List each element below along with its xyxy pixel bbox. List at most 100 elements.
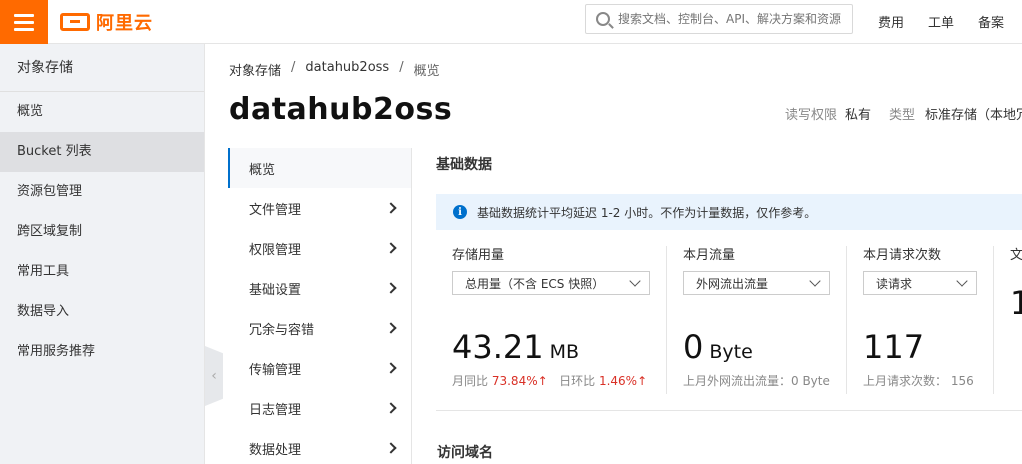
chevron-down-icon [956,275,968,287]
aliyun-logo[interactable]: 阿里云 [60,10,153,34]
stat-comparison: 月同比 73.84%↑ 日环比 1.46%↑ [452,372,647,389]
info-notice: i 基础数据统计平均延迟 1-2 小时。不作为计量数据，仅作参考。 [436,194,1022,230]
chevron-down-icon [629,275,641,287]
sidebar-item-common-tools[interactable]: 常用工具 [0,252,204,292]
stat-unit: MB [549,341,580,363]
breadcrumb-separator: / [291,60,296,75]
page-title: datahub2oss [229,92,453,127]
stat-label: 存储用量 [452,248,505,263]
chevron-left-icon: ‹ [211,368,217,384]
sidebar-title: 对象存储 [0,44,204,92]
bucket-nav-label: 基础设置 [249,282,302,298]
chevron-right-icon [385,442,397,454]
stat-value: 117 [863,328,924,366]
stat-number: 0 [683,328,704,366]
notice-text: 基础数据统计平均延迟 1-2 小时。不作为计量数据，仅作参考。 [477,205,817,220]
bucket-nav: 概览 文件管理 权限管理 基础设置 冗余与容错 传输管理 日志管理 数据处理 [228,148,412,464]
select-value: 读请求 [876,276,913,291]
stat-number: 43.21 [452,328,544,366]
storage-usage-select[interactable]: 总用量（不含 ECS 快照） [452,271,650,295]
bucket-nav-label: 数据处理 [249,442,302,458]
chevron-right-icon [385,322,397,334]
sidebar-collapse-handle[interactable]: ‹ [205,346,223,406]
search-input[interactable] [618,12,843,26]
stat-divider [846,246,847,394]
bucket-nav-data-processing[interactable]: 数据处理 [228,428,411,464]
bucket-nav-file-management[interactable]: 文件管理 [228,188,411,228]
stat-number: 1 [1010,284,1022,322]
stat-monthly-requests: 本月请求次数 读请求 117 上月请求次数： 156 [863,244,977,394]
chevron-right-icon [385,282,397,294]
basic-data-title: 基础数据 [436,157,492,173]
storage-class-value: 标准存储（本地冗 [925,108,1022,123]
bucket-nav-label: 日志管理 [249,402,302,418]
sidebar-item-cross-region-replication[interactable]: 跨区域复制 [0,212,204,252]
aliyun-logo-mark-icon [60,13,90,31]
stat-label: 本月流量 [683,248,736,263]
sidebar: 对象存储 概览 Bucket 列表 资源包管理 跨区域复制 常用工具 数据导入 … [0,44,205,464]
search-icon [596,12,610,26]
link-billing[interactable]: 费用 [878,12,904,31]
stat-value: 43.21 MB [452,328,579,366]
chevron-down-icon [809,275,821,287]
chevron-right-icon [385,362,397,374]
stat-value: 1 [1010,284,1022,322]
section-divider [436,410,1022,411]
stat-number: 117 [863,328,925,366]
bucket-nav-redundancy[interactable]: 冗余与容错 [228,308,411,348]
bucket-nav-permissions[interactable]: 权限管理 [228,228,411,268]
stat-monthly-traffic: 本月流量 外网流出流量 0 Byte 上月外网流出流量：0 Byte [683,244,830,394]
breadcrumb-separator: / [399,60,404,75]
sidebar-item-recommended-services[interactable]: 常用服务推荐 [0,332,204,372]
bucket-nav-label: 权限管理 [249,242,302,258]
bucket-nav-basic-settings[interactable]: 基础设置 [228,268,411,308]
breadcrumb-item-current: 概览 [413,64,440,79]
info-icon: i [453,205,467,219]
acl-value: 私有 [845,108,872,123]
sidebar-item-data-import[interactable]: 数据导入 [0,292,204,332]
select-value: 外网流出流量 [696,276,769,291]
breadcrumb-item-oss[interactable]: 对象存储 [229,60,281,79]
stat-unit: Byte [709,341,753,363]
access-domain-title: 访问域名 [437,445,493,461]
stat-label: 本月请求次数 [863,248,942,263]
stat-last-month: 上月请求次数： 156 [863,374,974,388]
link-icp-filing[interactable]: 备案 [978,12,1004,31]
stat-last-month: 上月外网流出流量：0 Byte [683,374,830,388]
bucket-nav-label: 传输管理 [249,362,302,378]
link-ticket[interactable]: 工单 [928,12,954,31]
sidebar-item-bucket-list[interactable]: Bucket 列表 [0,132,204,172]
bucket-nav-overview[interactable]: 概览 [228,148,411,188]
bucket-nav-transfer[interactable]: 传输管理 [228,348,411,388]
sidebar-item-resource-packages[interactable]: 资源包管理 [0,172,204,212]
bucket-nav-logging[interactable]: 日志管理 [228,388,411,428]
chevron-right-icon [385,202,397,214]
select-value: 总用量（不含 ECS 快照） [465,276,605,291]
breadcrumb: 对象存储 / datahub2oss / 概览 [229,60,440,79]
dod-label: 日环比 [559,374,596,388]
search-box[interactable] [585,4,853,34]
traffic-type-select[interactable]: 外网流出流量 [683,271,830,295]
request-type-select[interactable]: 读请求 [863,271,977,295]
chevron-right-icon [385,242,397,254]
storage-class-label: 类型 [889,108,916,123]
yoy-label: 月同比 [452,374,489,388]
chevron-right-icon [385,402,397,414]
hamburger-menu-icon[interactable] [0,0,48,44]
stat-storage-usage: 存储用量 总用量（不含 ECS 快照） 43.21 MB 月同比 73.84%↑ … [452,244,650,394]
brand-name: 阿里云 [96,13,153,34]
breadcrumb-item-bucket[interactable]: datahub2oss [305,60,389,79]
stat-value: 0 Byte [683,328,753,366]
dod-value: 1.46%↑ [598,374,648,388]
stat-label: 文 [1010,248,1022,263]
stat-divider [666,246,667,394]
bucket-nav-label: 文件管理 [249,202,302,218]
stat-divider [993,246,994,394]
stat-file-count: 文 1 [1010,244,1022,394]
top-bar: 阿里云 费用 工单 备案 [0,0,1022,44]
bucket-nav-label: 概览 [249,162,276,178]
acl-label: 读写权限 [785,108,838,123]
yoy-value: 73.84%↑ [491,374,548,388]
sidebar-item-overview[interactable]: 概览 [0,92,204,132]
bucket-nav-label: 冗余与容错 [249,322,315,338]
